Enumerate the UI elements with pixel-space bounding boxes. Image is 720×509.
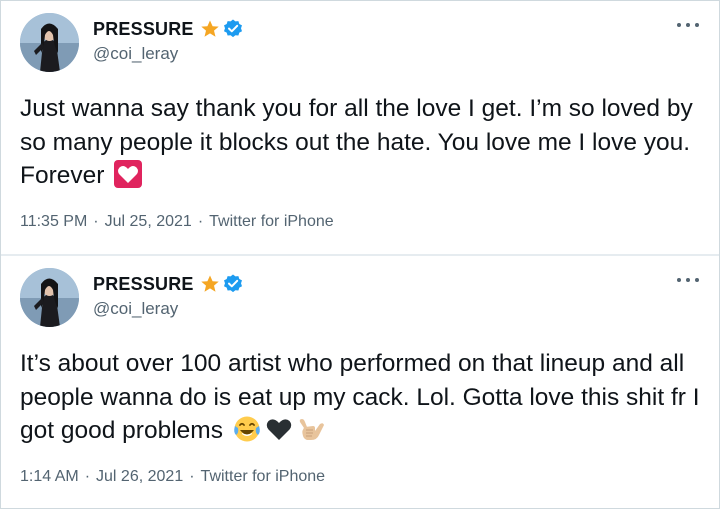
name-row: PRESSURE: [93, 17, 244, 41]
meta-separator: ·: [197, 213, 204, 230]
black-heart-emoji: [264, 414, 294, 444]
tweet-source[interactable]: Twitter for iPhone: [201, 468, 326, 486]
tweet-1[interactable]: PRESSURE @coi_leray Just wanna say thank…: [1, 1, 719, 254]
meta-separator: ·: [84, 468, 91, 485]
tweet-2[interactable]: PRESSURE @coi_leray It’s about over 100 …: [1, 256, 719, 508]
tweet-text: Just wanna say thank you for all the lov…: [20, 92, 710, 193]
tweet-time[interactable]: 11:35 PM: [20, 213, 87, 231]
tweet-text-content: It’s about over 100 artist who performed…: [20, 350, 700, 444]
display-name[interactable]: PRESSURE: [93, 19, 194, 40]
tweet-date[interactable]: Jul 25, 2021: [105, 213, 192, 231]
display-name[interactable]: PRESSURE: [93, 274, 194, 295]
tweet-screenshot-frame: PRESSURE @coi_leray Just wanna say thank…: [0, 0, 720, 509]
tweet-meta: 1:14 AM · Jul 26, 2021 · Twitter for iPh…: [20, 468, 325, 486]
call-me-hand-emoji: [296, 414, 326, 444]
user-handle[interactable]: @coi_leray: [93, 44, 178, 64]
tweet-source[interactable]: Twitter for iPhone: [209, 213, 334, 231]
heart-box-emoji: [113, 159, 143, 189]
user-handle[interactable]: @coi_leray: [93, 299, 178, 319]
ellipsis-icon[interactable]: [677, 274, 699, 286]
meta-separator: ·: [93, 213, 99, 230]
tears-of-joy-emoji: [232, 414, 262, 444]
star-icon: [200, 19, 220, 39]
tweet-meta: 11:35 PM · Jul 25, 2021 · Twitter for iP…: [20, 213, 334, 231]
tweet-time[interactable]: 1:14 AM: [20, 468, 79, 486]
name-row: PRESSURE: [93, 272, 244, 296]
meta-separator: ·: [189, 468, 195, 485]
ellipsis-icon[interactable]: [677, 19, 699, 31]
verified-icon: [222, 273, 244, 295]
verified-icon: [222, 18, 244, 40]
avatar[interactable]: [20, 13, 79, 72]
avatar[interactable]: [20, 268, 79, 327]
star-icon: [200, 274, 220, 294]
tweet-text: It’s about over 100 artist who performed…: [20, 347, 710, 448]
tweet-date[interactable]: Jul 26, 2021: [96, 468, 183, 486]
